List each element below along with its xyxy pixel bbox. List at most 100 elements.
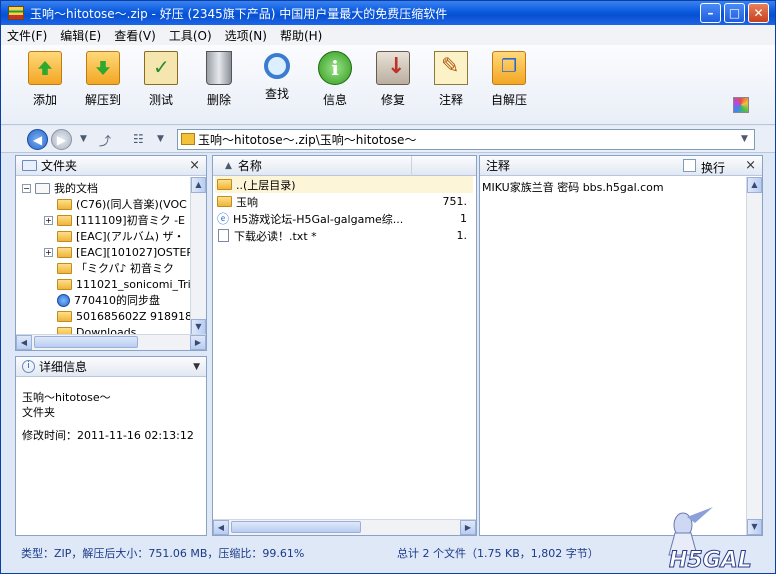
wrap-checkbox[interactable] [683, 159, 696, 172]
tree-item[interactable]: + [EAC][101027]OSTER [44, 244, 194, 260]
file-row-parent[interactable]: ..(上层目录) [215, 176, 473, 193]
minimize-button[interactable]: – [700, 3, 721, 23]
file-row[interactable]: 下载必读！.txt * 1. [215, 227, 473, 244]
address-field[interactable]: 玉响～hitotose～.zip\玉响～hitotose～ ▼ [177, 129, 755, 150]
tree-item-label: [111109]初音ミク -E [76, 214, 185, 227]
title-bar[interactable]: 玉响～hitotose～.zip - 好压 (2345旗下产品) 中国用户量最大… [1, 1, 775, 25]
window-title: 玉响～hitotose～.zip - 好压 (2345旗下产品) 中国用户量最大… [30, 6, 448, 21]
extract-icon [86, 51, 120, 85]
column-divider[interactable] [411, 156, 412, 176]
scroll-left-icon[interactable]: ◀ [213, 520, 229, 535]
text-file-icon [218, 229, 229, 242]
details-pane-header[interactable]: i 详细信息 ▼ [16, 357, 206, 377]
tree-item[interactable]: 111021_sonicomi_Tri [57, 276, 191, 292]
folder-pane-vscroll[interactable]: ▲ ▼ [190, 177, 206, 335]
address-bar: ◀ ▶ ▼ ⤴ ☷ ▼ 玉响～hitotose～.zip\玉响～hitotose… [1, 126, 775, 153]
scroll-right-icon[interactable]: ▶ [190, 335, 206, 350]
hscroll-thumb[interactable] [34, 336, 138, 348]
delete-icon [206, 51, 232, 85]
collapse-details-icon[interactable]: ▼ [193, 362, 200, 372]
comment-text[interactable]: MIKU家族兰音 密码 bbs.h5gal.com [482, 179, 664, 195]
sfx-label: 自解压 [490, 93, 527, 107]
hscroll-thumb[interactable] [231, 521, 361, 533]
watermark-text: H5GAL [669, 548, 752, 571]
documents-icon [35, 182, 50, 194]
skin-palette-icon[interactable] [733, 97, 749, 113]
column-name-header[interactable]: 名称 [238, 157, 262, 174]
tree-item-label: 111021_sonicomi_Tri [76, 277, 191, 291]
comment-vscroll[interactable]: ▲ ▼ [746, 177, 762, 535]
status-archive-info: 类型：ZIP，解压后大小：751.06 MB，压缩比：99.61% [21, 547, 305, 560]
tree-item[interactable]: [EAC](アルバム) ザ・ [57, 228, 185, 244]
menu-tools[interactable]: 工具(O) [169, 27, 212, 44]
file-row[interactable]: ⓔ H5游戏论坛-H5Gal-galgame综... 1 [215, 210, 473, 227]
info-button[interactable]: i 信息 [306, 51, 364, 108]
back-button[interactable]: ◀ [27, 129, 48, 150]
scroll-right-icon[interactable]: ▶ [460, 520, 476, 535]
ie-link-icon: ⓔ [217, 212, 230, 226]
folder-icon [217, 196, 232, 207]
scroll-down-icon[interactable]: ▼ [191, 319, 206, 335]
file-name: 下载必读！.txt * [234, 229, 317, 243]
extract-to-label: 解压到 [84, 93, 121, 107]
collapse-icon[interactable]: − [22, 183, 31, 193]
details-pane: i 详细信息 ▼ 玉响～hitotose～ 文件夹 修改时间：2011-11-1… [15, 356, 207, 536]
tree-item[interactable]: (C76)(同人音楽)(VOC [57, 196, 187, 212]
up-folder-icon[interactable]: ⤴ [99, 132, 111, 149]
info-icon: i [22, 360, 35, 373]
tree-item[interactable]: 770410的同步盘 [57, 292, 160, 308]
find-label: 查找 [264, 87, 289, 101]
menu-help[interactable]: 帮助(H) [280, 27, 322, 44]
menu-file[interactable]: 文件(F) [7, 27, 47, 44]
sfx-icon [492, 51, 526, 85]
tree-item-my-docs[interactable]: − 我的文档 [22, 180, 98, 196]
close-button[interactable]: ✕ [748, 3, 769, 23]
menu-edit[interactable]: 编辑(E) [60, 27, 101, 44]
forward-button[interactable]: ▶ [51, 129, 72, 150]
file-list-hscroll[interactable]: ◀ ▶ [213, 519, 476, 535]
maximize-button[interactable]: □ [724, 3, 745, 23]
tree-item-label: [EAC](アルバム) ザ・ [76, 230, 185, 243]
find-icon [264, 53, 290, 79]
view-mode-icon[interactable]: ☷ [133, 132, 144, 146]
test-icon [144, 51, 178, 85]
folder-pane-close-button[interactable]: × [189, 158, 200, 173]
file-name: H5游戏论坛-H5Gal-galgame综... [233, 212, 404, 226]
scroll-up-icon[interactable]: ▲ [191, 177, 206, 193]
address-path: 玉响～hitotose～.zip\玉响～hitotose～ [198, 133, 417, 147]
tree-item[interactable]: + [111109]初音ミク -E [44, 212, 185, 228]
folder-up-icon [217, 179, 232, 190]
comment-button[interactable]: 注释 [422, 51, 480, 108]
folder-icon [57, 278, 72, 290]
extract-to-button[interactable]: 解压到 [74, 51, 132, 108]
add-label: 添加 [32, 93, 57, 107]
add-icon [28, 51, 62, 85]
h5gal-watermark-logo: H5GAL [668, 507, 752, 571]
menu-options[interactable]: 选项(N) [225, 27, 267, 44]
tree-item-label: 我的文档 [54, 182, 98, 195]
expand-icon[interactable]: + [44, 215, 53, 225]
repair-button[interactable]: 修复 [364, 51, 422, 108]
scroll-up-icon[interactable]: ▲ [747, 177, 762, 193]
delete-label: 删除 [206, 93, 231, 107]
scroll-left-icon[interactable]: ◀ [16, 335, 32, 350]
tree-item[interactable]: 501685602Z 918918 [57, 308, 192, 324]
view-dropdown-icon[interactable]: ▼ [157, 134, 164, 144]
find-button[interactable]: 查找 [248, 51, 306, 102]
test-button[interactable]: 测试 [132, 51, 190, 108]
address-dropdown-icon[interactable]: ▼ [737, 132, 752, 147]
folder-pane-title: 文件夹 [41, 159, 78, 173]
sfx-button[interactable]: 自解压 [480, 51, 538, 108]
details-pane-title: 详细信息 [39, 360, 88, 374]
tree-item[interactable]: 「ミクパ♪ 初音ミク [57, 260, 174, 276]
menu-view[interactable]: 查看(V) [114, 27, 156, 44]
history-dropdown-icon[interactable]: ▼ [80, 134, 87, 144]
delete-button[interactable]: 删除 [190, 51, 248, 108]
file-row[interactable]: 玉响 751. [215, 193, 473, 210]
add-button[interactable]: 添加 [16, 51, 74, 108]
folder-icon [57, 262, 72, 274]
expand-icon[interactable]: + [44, 247, 53, 257]
comment-pane-close-button[interactable]: × [745, 158, 756, 173]
comment-icon [434, 51, 468, 85]
folder-pane-hscroll[interactable]: ◀ ▶ [16, 334, 206, 350]
